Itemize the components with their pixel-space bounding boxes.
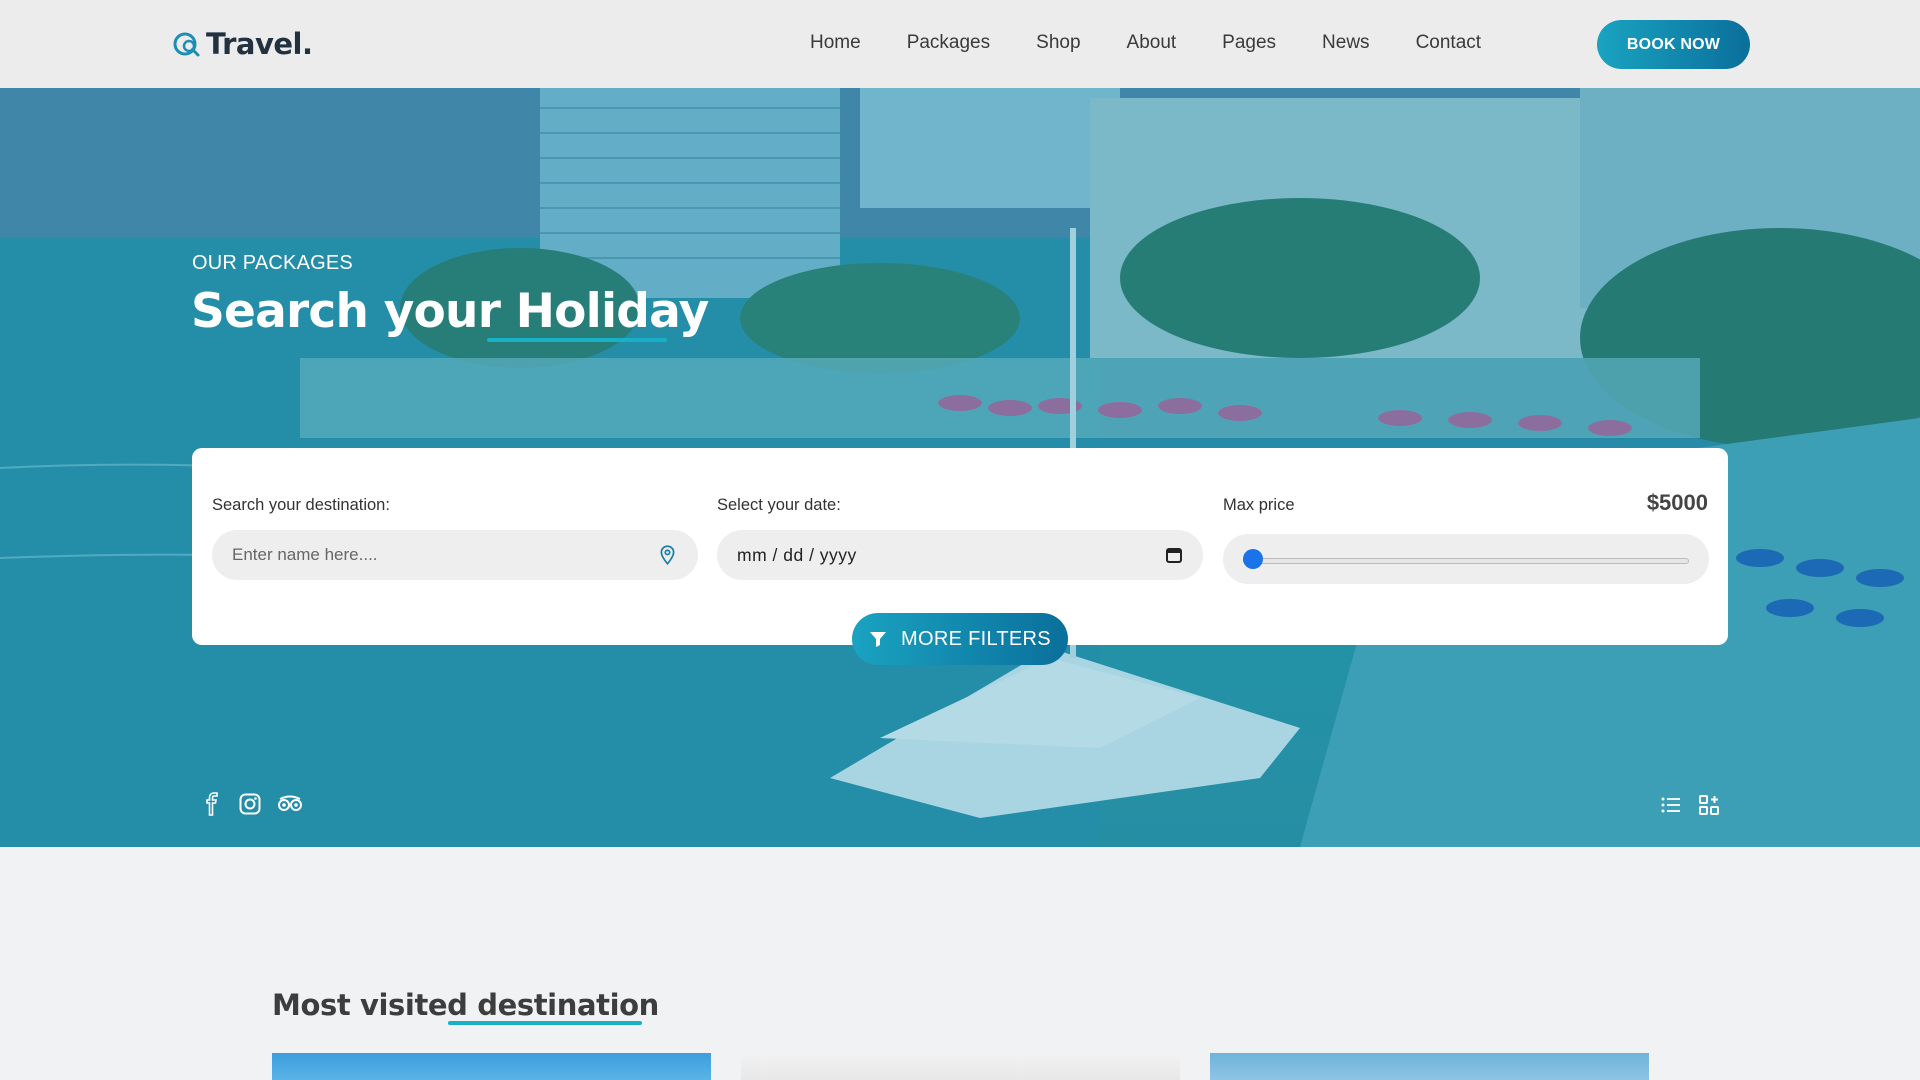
nav-news[interactable]: News (1322, 32, 1370, 54)
view-toggle (1660, 794, 1720, 816)
nav-home[interactable]: Home (810, 32, 861, 54)
hero-title: Search your Holiday (191, 284, 709, 339)
destination-card[interactable] (272, 1053, 711, 1080)
destination-field[interactable] (212, 530, 698, 580)
more-filters-button[interactable]: MORE FILTERS (852, 613, 1068, 665)
destination-cards (272, 1053, 1649, 1080)
slider-track[interactable] (1243, 558, 1689, 564)
hero-kicker: OUR PACKAGES (192, 252, 353, 274)
logo-text: Travel. (206, 27, 313, 61)
location-pin-icon (660, 545, 675, 566)
facebook-icon[interactable] (200, 792, 224, 816)
globe-search-icon (173, 32, 200, 57)
section-title: Most visited destination (272, 988, 659, 1022)
destination-card[interactable] (741, 1053, 1180, 1080)
nav-shop[interactable]: Shop (1036, 32, 1080, 54)
destination-label: Search your destination: (212, 496, 390, 514)
social-links (200, 792, 304, 816)
brand-logo[interactable]: Travel. (172, 26, 313, 62)
filter-icon (870, 632, 887, 647)
date-field[interactable]: mm / dd / yyyy (717, 530, 1203, 580)
hero-title-underline (487, 338, 667, 342)
section-title-underline (448, 1021, 642, 1025)
destination-card[interactable] (1210, 1053, 1649, 1080)
date-input-value: mm / dd / yyyy (737, 544, 857, 565)
book-now-button[interactable]: BOOK NOW (1597, 20, 1750, 69)
tripadvisor-icon[interactable] (276, 792, 304, 816)
nav-pages[interactable]: Pages (1222, 32, 1276, 54)
nav-about[interactable]: About (1127, 32, 1177, 54)
main-menu: Home Packages Shop About Pages News Cont… (810, 32, 1527, 54)
grid-view-icon[interactable] (1698, 794, 1720, 816)
price-slider[interactable] (1223, 534, 1709, 584)
destination-input[interactable] (232, 545, 658, 565)
calendar-icon[interactable] (1165, 546, 1183, 564)
max-price-value: $5000 (1646, 490, 1708, 515)
instagram-icon[interactable] (238, 792, 262, 816)
slider-thumb[interactable] (1243, 549, 1263, 569)
price-label: Max price (1223, 496, 1295, 514)
nav-packages[interactable]: Packages (907, 32, 990, 54)
nav-contact[interactable]: Contact (1416, 32, 1481, 54)
more-filters-label: MORE FILTERS (901, 627, 1051, 650)
list-view-icon[interactable] (1660, 794, 1682, 816)
top-navbar: Travel. Home Packages Shop About Pages N… (0, 0, 1920, 88)
date-label: Select your date: (717, 496, 841, 514)
